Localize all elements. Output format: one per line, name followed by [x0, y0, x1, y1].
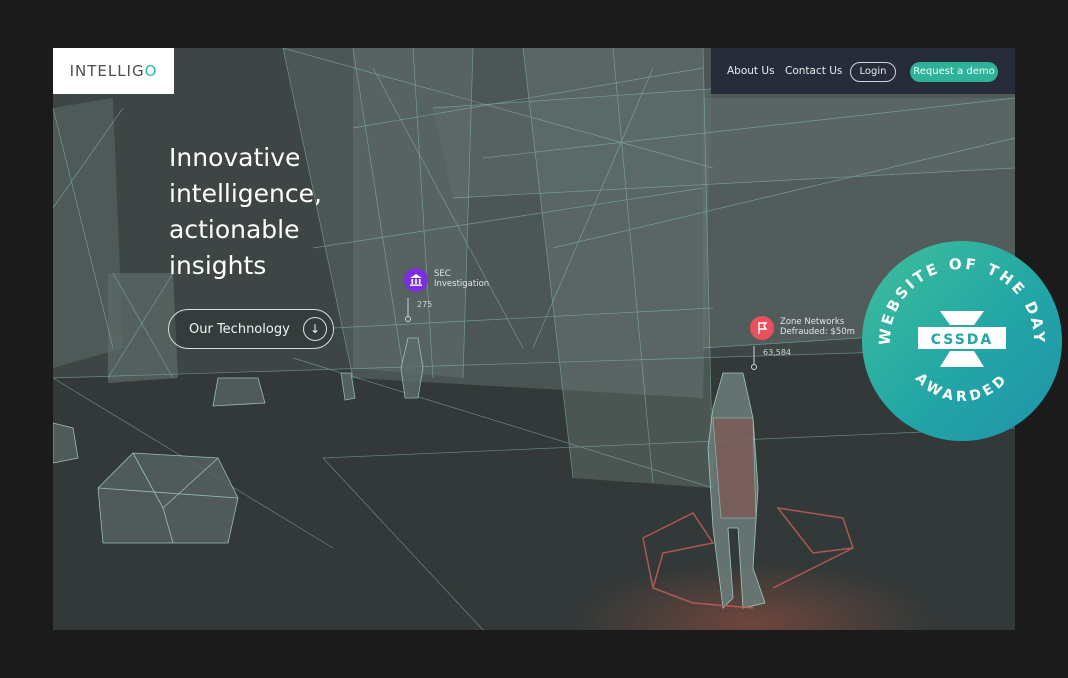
svg-text:AWARDED: AWARDED: [912, 370, 1012, 405]
arrow-down-icon: ↓: [303, 317, 327, 341]
logo-text: INTELLIG: [69, 62, 145, 80]
our-technology-button[interactable]: Our Technology ↓: [168, 309, 334, 349]
pin-stem: [405, 298, 411, 322]
login-button[interactable]: Login: [850, 62, 896, 82]
pin-label: SEC Investigation: [434, 269, 489, 289]
map-pin-sec[interactable]: SEC Investigation 275: [404, 268, 544, 328]
pin-stem: [751, 346, 757, 370]
pin-title: Zone Networks: [780, 317, 845, 327]
bank-icon: [404, 268, 428, 292]
pin-subtitle: Investigation: [434, 279, 490, 289]
headline-line-4: insights: [169, 251, 267, 280]
cta-label: Our Technology: [189, 322, 290, 337]
cssda-award-badge[interactable]: WEBSITE OF THE DAY AWARDED CSSDA: [862, 241, 1062, 441]
nav-about-us[interactable]: About Us: [727, 65, 775, 77]
pin-title: SEC: [434, 269, 451, 279]
nav-contact-us[interactable]: Contact Us: [785, 65, 842, 77]
pin-value: 63,584: [763, 348, 791, 357]
pin-value: 275: [417, 300, 433, 309]
top-navigation: About Us Contact Us Login Request a demo: [711, 48, 1015, 94]
flag-icon: [750, 316, 774, 340]
pin-subtitle: Defrauded: $50m: [780, 327, 855, 337]
intelligo-logo[interactable]: INTELLIG O: [53, 48, 174, 94]
headline-line-1: Innovative: [169, 143, 301, 172]
headline-line-2: intelligence,: [169, 179, 322, 208]
headline-line-3: actionable: [169, 215, 300, 244]
request-demo-button[interactable]: Request a demo: [910, 62, 998, 82]
badge-center-text: CSSDA: [931, 332, 994, 348]
badge-graphic: WEBSITE OF THE DAY AWARDED CSSDA: [876, 255, 1046, 405]
badge-bottom-text: AWARDED: [912, 370, 1008, 405]
pin-label: Zone Networks Defrauded: $50m: [780, 317, 855, 337]
hero-headline: Innovative intelligence, actionable insi…: [169, 140, 409, 284]
logo-accent-letter: O: [144, 62, 158, 80]
